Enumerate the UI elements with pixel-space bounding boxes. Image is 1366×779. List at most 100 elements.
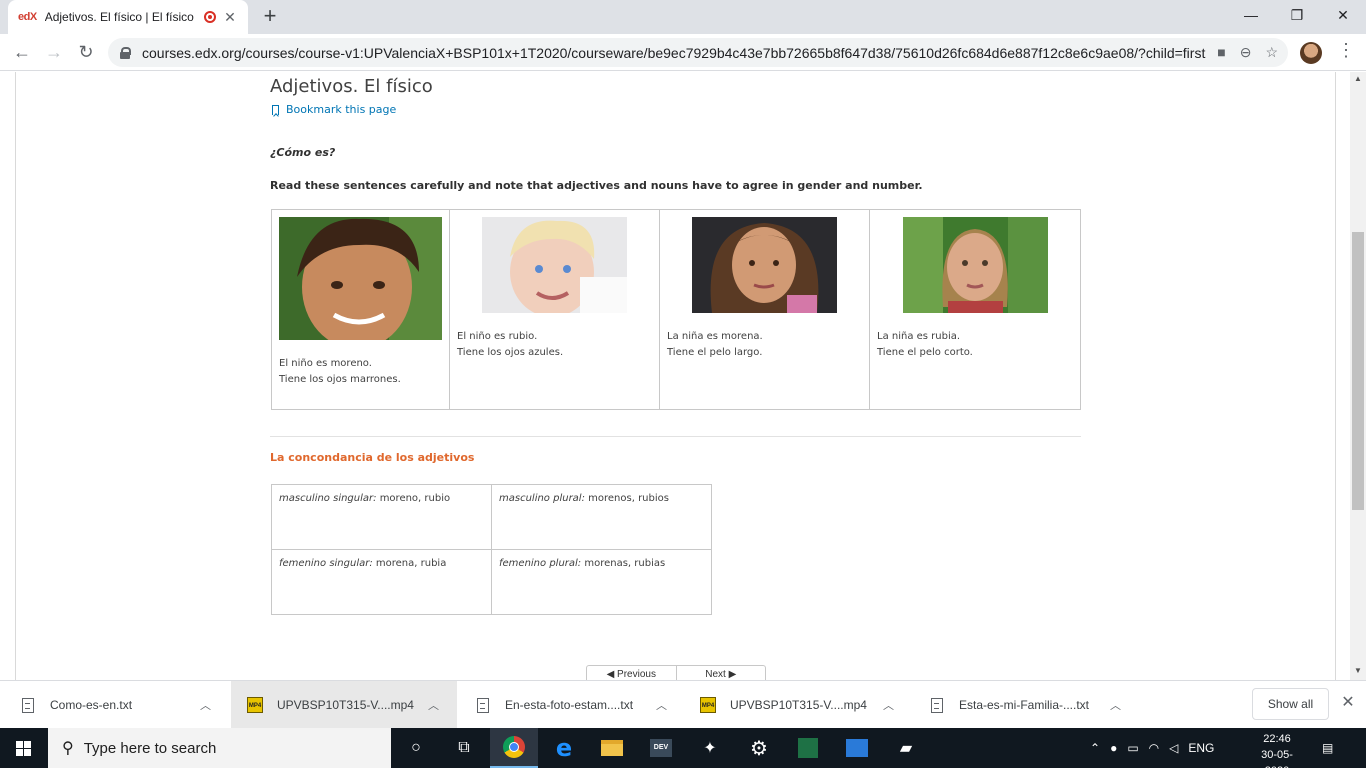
chevron-up-icon[interactable]: ︿	[200, 697, 229, 713]
forward-arrow-icon[interactable]: →	[40, 38, 68, 66]
minimize-button[interactable]: —	[1228, 0, 1274, 30]
scroll-up-icon[interactable]: ▲	[1350, 72, 1366, 86]
grammar-label: femenino plural:	[499, 558, 582, 569]
download-item[interactable]: Esta-es-mi-Familia-....txt ︿	[913, 681, 1139, 729]
video-file-icon: MP4	[247, 697, 263, 713]
kebab-menu-icon[interactable]: ⋮	[1336, 40, 1356, 64]
section-divider	[270, 436, 1081, 437]
grammar-value: moreno, rubio	[376, 493, 451, 504]
search-icon: ⚲	[62, 740, 74, 757]
caption-line: La niña es rubia.	[877, 331, 961, 342]
reload-icon[interactable]: ↻	[72, 38, 100, 66]
settings-button[interactable]: ⚙	[735, 728, 783, 768]
chevron-up-icon[interactable]: ︿	[428, 697, 457, 713]
picture-cell: La niña es morena. Tiene el pelo largo.	[659, 209, 870, 410]
instruction-text: Read these sentences carefully and note …	[270, 179, 923, 192]
start-button[interactable]	[0, 728, 48, 768]
task-view-icon[interactable]: ⧉	[440, 728, 488, 768]
caption-line: Tiene el pelo corto.	[877, 347, 973, 358]
show-all-button[interactable]: Show all	[1252, 688, 1329, 720]
chart-app-button[interactable]	[784, 728, 832, 768]
chevron-up-icon[interactable]: ⌃	[1090, 741, 1100, 755]
language-indicator[interactable]: ENG	[1188, 741, 1214, 755]
scrollbar-thumb[interactable]	[1352, 232, 1364, 510]
file-explorer-button[interactable]	[588, 728, 636, 768]
dev-app-button[interactable]: DEV	[637, 728, 685, 768]
new-tab-button[interactable]: +	[258, 4, 282, 28]
back-arrow-icon[interactable]: ←	[8, 38, 36, 66]
browser-tab[interactable]: edX Adjetivos. El físico | El físico | ✕	[8, 0, 248, 34]
wifi-icon[interactable]: ◠	[1149, 741, 1159, 755]
download-item[interactable]: Como-es-en.txt ︿	[0, 681, 229, 729]
taskbar-search[interactable]: ⚲ Type here to search	[48, 728, 391, 768]
clock[interactable]: 22:46 30-05-2020	[1250, 731, 1304, 779]
grammar-cell: masculino plural: morenos, rubios	[491, 484, 712, 550]
section-title: La concondancia de los adjetivos	[270, 451, 475, 464]
search-placeholder[interactable]: Type here to search	[84, 740, 217, 757]
photos-app-button[interactable]	[833, 728, 881, 768]
download-name[interactable]: UPVBSP10T315-V....mp4	[277, 698, 428, 712]
download-name[interactable]: UPVBSP10T315-V....mp4	[730, 698, 883, 712]
chevron-up-icon[interactable]: ︿	[1110, 697, 1139, 713]
download-item[interactable]: MP4 UPVBSP10T315-V....mp4 ︿	[686, 681, 912, 729]
volume-icon[interactable]: ◁	[1169, 741, 1178, 755]
video-file-icon: MP4	[700, 697, 716, 713]
download-item[interactable]: MP4 UPVBSP10T315-V....mp4 ︿	[231, 681, 457, 729]
bird-app-button[interactable]: ✦	[686, 728, 734, 768]
url-text[interactable]: courses.edx.org/courses/course-v1:UPVale…	[142, 45, 1217, 61]
next-button[interactable]: Next ▶	[677, 666, 766, 680]
star-icon[interactable]: ☆	[1265, 44, 1278, 61]
picture-cell: La niña es rubia. Tiene el pelo corto.	[869, 209, 1081, 410]
bookmark-link[interactable]: Bookmark this page	[272, 103, 396, 116]
gear-icon: ⚙	[750, 737, 768, 760]
grammar-value: morena, rubia	[372, 558, 447, 569]
caption-line: El niño es moreno.	[279, 358, 372, 369]
close-downloads-icon[interactable]: ✕	[1338, 692, 1358, 716]
edx-favicon-icon: edX	[18, 11, 37, 23]
text-file-icon	[477, 697, 489, 713]
address-bar[interactable]: courses.edx.org/courses/course-v1:UPVale…	[108, 38, 1288, 67]
chrome-icon	[503, 736, 525, 758]
chevron-up-icon[interactable]: ︿	[656, 697, 685, 713]
notes-app-button[interactable]: ▰	[882, 728, 930, 768]
dev-icon: DEV	[650, 739, 672, 757]
recording-icon	[204, 11, 216, 23]
tab-close-icon[interactable]: ✕	[222, 9, 238, 26]
girl-dark-hair-photo	[692, 217, 837, 313]
windows-logo-icon	[16, 741, 32, 756]
download-name[interactable]: En-esta-foto-estam....txt	[505, 698, 656, 712]
profile-avatar[interactable]	[1300, 42, 1322, 64]
battery-icon[interactable]: ▭	[1127, 741, 1138, 755]
tab-strip: edX Adjetivos. El físico | El físico | ✕…	[0, 0, 1366, 34]
zoom-icon[interactable]: ⊖	[1240, 44, 1252, 61]
content-border-right	[1335, 72, 1336, 680]
scroll-down-icon[interactable]: ▼	[1350, 664, 1366, 678]
camera-icon[interactable]: ■	[1217, 44, 1225, 61]
browser-toolbar: ← → ↻ courses.edx.org/courses/course-v1:…	[0, 34, 1366, 71]
previous-button[interactable]: ◀ Previous	[587, 666, 677, 680]
download-name[interactable]: Como-es-en.txt	[50, 698, 200, 712]
maximize-button[interactable]: ❐	[1274, 0, 1320, 30]
content-border-left	[15, 72, 16, 680]
grammar-value: morenos, rubios	[584, 493, 669, 504]
bookmark-icon	[272, 104, 279, 115]
boy-dark-hair-photo	[279, 217, 442, 340]
chevron-up-icon[interactable]: ︿	[883, 697, 912, 713]
edge-icon: e	[555, 734, 573, 762]
system-tray: ⌃ ● ▭ ◠ ◁ ENG	[1090, 728, 1214, 768]
download-item[interactable]: En-esta-foto-estam....txt ︿	[459, 681, 685, 729]
grammar-value: morenas, rubias	[581, 558, 666, 569]
page-title: Adjetivos. El físico	[270, 76, 433, 97]
grammar-cell: femenino singular: morena, rubia	[271, 549, 492, 615]
notification-icon[interactable]: ▤	[1322, 728, 1333, 768]
bookmark-label[interactable]: Bookmark this page	[286, 103, 396, 116]
caption-line: Tiene los ojos marrones.	[279, 374, 401, 385]
download-name[interactable]: Esta-es-mi-Familia-....txt	[959, 698, 1110, 712]
chrome-taskbar-button[interactable]	[490, 728, 538, 768]
microphone-icon[interactable]: ●	[1110, 741, 1117, 755]
cortana-icon[interactable]: ○	[392, 728, 440, 768]
caption-line: El niño es rubio.	[457, 331, 538, 342]
grammar-label: masculino plural:	[499, 493, 585, 504]
edge-taskbar-button[interactable]: e	[540, 728, 588, 768]
close-window-button[interactable]: ✕	[1320, 0, 1366, 30]
